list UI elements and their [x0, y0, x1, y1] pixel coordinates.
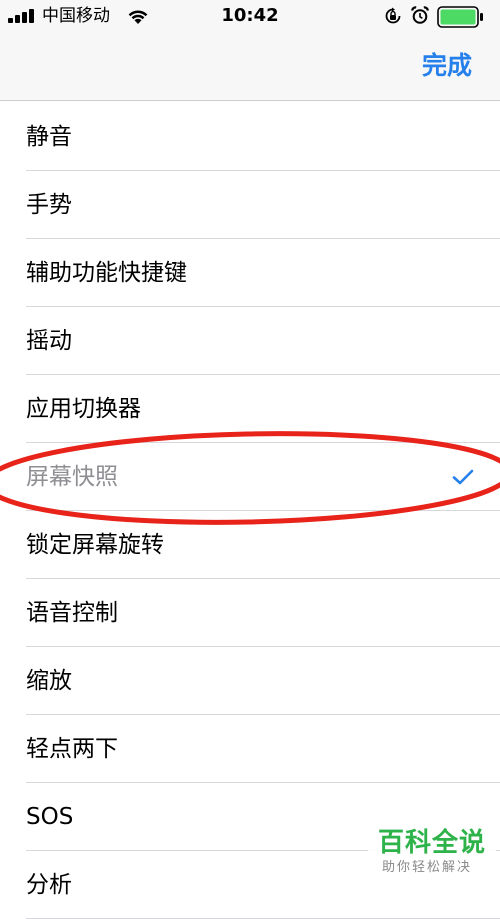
list-item-label: 手势	[26, 192, 72, 218]
alarm-clock-icon	[411, 6, 429, 24]
orientation-lock-icon	[385, 7, 401, 24]
list-item[interactable]: 轻点两下	[0, 715, 500, 783]
list-item[interactable]: 摇动	[0, 307, 500, 375]
action-options-list: 静音手势辅助功能快捷键 摇动应用切换器屏幕快照锁定屏幕旋转 语音控制缩放轻点两下 SO…	[0, 103, 500, 919]
list-item-label: 摇动	[26, 328, 72, 354]
list-item[interactable]: 锁定屏幕旋转	[0, 511, 500, 579]
list-item[interactable]: 缩放	[0, 647, 500, 715]
list-item-label: 锁定屏幕旋转	[26, 532, 164, 558]
list-item-label: 辅助功能快捷键	[26, 260, 187, 286]
list-item[interactable]: 语音控制	[0, 579, 500, 647]
list-item-label: 应用切换器	[26, 396, 141, 422]
list-item-label: 屏幕快照	[26, 464, 118, 490]
list-item-label: 语音控制	[26, 600, 118, 626]
watermark-title: 百科全说	[378, 828, 487, 858]
list-item[interactable]: 辅助功能快捷键	[0, 239, 500, 307]
watermark: 百科全说 助你轻松解决	[368, 826, 496, 882]
list-item-label: 轻点两下	[26, 736, 118, 762]
list-item[interactable]: 静音	[0, 103, 500, 171]
list-item[interactable]: 手势	[0, 171, 500, 239]
battery-icon	[437, 6, 483, 28]
status-bar: 中国移动 10:42	[0, 0, 500, 34]
done-button[interactable]: 完成	[422, 48, 472, 84]
list-item-label: 缩放	[26, 668, 72, 694]
checkmark-icon	[452, 469, 474, 485]
list-item-label: 静音	[26, 124, 72, 150]
list-item[interactable]: 屏幕快照	[0, 443, 500, 511]
list-item-label: 分析	[26, 872, 72, 898]
list-item[interactable]: 应用切换器	[0, 375, 500, 443]
navigation-bar: 完成	[0, 34, 500, 101]
list-item-label: SOS	[26, 804, 74, 830]
watermark-subtitle: 助你轻松解决	[382, 860, 473, 875]
